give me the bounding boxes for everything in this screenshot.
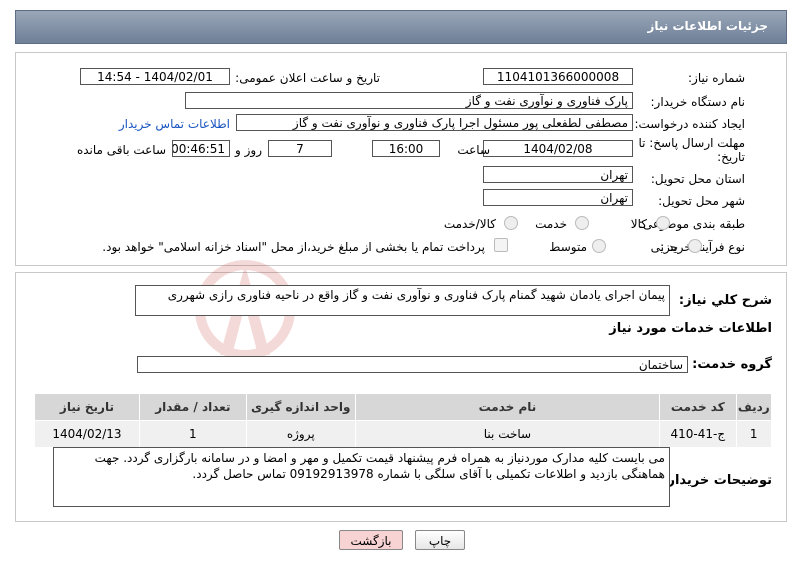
col-row: ردیف [735,393,772,421]
col-date: تاریخ نیاز [34,393,140,421]
buyer-notes-field: می بایست کلیه مدارک موردنیاز به همراه فر… [53,447,670,507]
need-number-field: 1104101366000008 [483,68,633,85]
services-table-header: ردیف کد خدمت نام خدمت واحد اندازه گیری ت… [34,393,772,421]
time-remaining-label: ساعت باقی مانده [76,143,166,157]
province-label: استان محل تحویل: [650,172,745,186]
requester-label: ایجاد کننده درخواست: [634,117,745,131]
cell-qty: 1 [138,420,247,448]
process-medium-label: متوسط [549,240,587,254]
announce-label: تاریخ و ساعت اعلان عمومی: [235,71,380,85]
category-goods-service-label: کالا/خدمت [443,217,496,231]
days-label: روز و [235,143,262,157]
buyer-notes-label: توضیحات خریدار: [662,473,772,488]
cell-name: ساخت بنا [354,420,661,448]
category-goods-radio[interactable] [656,216,670,230]
deadline-date-field: 1404/02/08 [483,140,633,157]
category-goods-service-radio[interactable] [504,216,518,230]
col-qty: تعداد / مقدار [138,393,247,421]
days-remaining-field: 7 [268,140,332,157]
services-table: ردیف کد خدمت نام خدمت واحد اندازه گیری ت… [34,393,772,448]
summary-label: شرح کلي نياز: [678,293,772,308]
process-minor-label: جزیی [650,240,678,254]
category-service-radio[interactable] [575,216,589,230]
print-button[interactable]: چاپ [415,530,465,550]
service-group-field: ساختمان [137,356,688,373]
requester-field: مصطفی لطفعلی پور مسئول اجرا پارک فناوری … [236,114,633,131]
buyer-org-field: پارک فناوری و نوآوری نفت و گاز [185,92,633,109]
process-minor-radio[interactable] [688,239,702,253]
cell-date: 1404/02/13 [34,420,140,448]
col-code: کد خدمت [659,393,737,421]
buyer-org-label: نام دستگاه خریدار: [650,95,746,109]
category-label: طبقه بندی موضوعی: [638,217,745,231]
deadline-hour-field: 16:00 [372,140,440,157]
province-field: تهران [483,166,633,183]
cell-row: 1 [735,420,772,448]
time-remaining-field: 00:46:51 [172,140,230,157]
need-number-label: شماره نیاز: [688,71,745,85]
cell-code: ج-41-410 [659,420,737,448]
announce-field: 1404/02/01 - 14:54 [80,68,230,85]
city-field: تهران [483,189,633,206]
process-medium-radio[interactable] [592,239,606,253]
col-name: نام خدمت [354,393,661,421]
services-section-title: اطلاعات خدمات مورد نیاز [609,321,772,336]
back-button[interactable]: بازگشت [339,530,403,550]
summary-field: پیمان اجرای یادمان شهید گمنام پارک فناور… [135,285,670,316]
table-row: 1 ج-41-410 ساخت بنا پروژه 1 1404/02/13 [34,420,772,448]
buyer-contact-link[interactable]: اطلاعات تماس خریدار [119,117,230,131]
deadline-label: مهلت ارسال پاسخ: تا [638,136,745,150]
treasury-payment-checkbox[interactable] [494,238,508,252]
service-group-label: گروه خدمت: [692,357,772,372]
col-unit: واحد اندازه گیری [245,393,356,421]
city-label: شهر محل تحویل: [658,194,745,208]
page-header: جزئیات اطلاعات نیاز [15,10,787,44]
deadline-label-date: تاریخ: [717,150,745,164]
treasury-payment-note: پرداخت تمام یا بخشی از مبلغ خرید،از محل … [102,240,485,254]
category-goods-label: کالا [630,217,647,231]
deadline-hour-label: ساعت [457,143,490,157]
category-service-label: خدمت [535,217,567,231]
cell-unit: پروژه [245,420,356,448]
page-title: جزئیات اطلاعات نیاز [647,19,768,33]
